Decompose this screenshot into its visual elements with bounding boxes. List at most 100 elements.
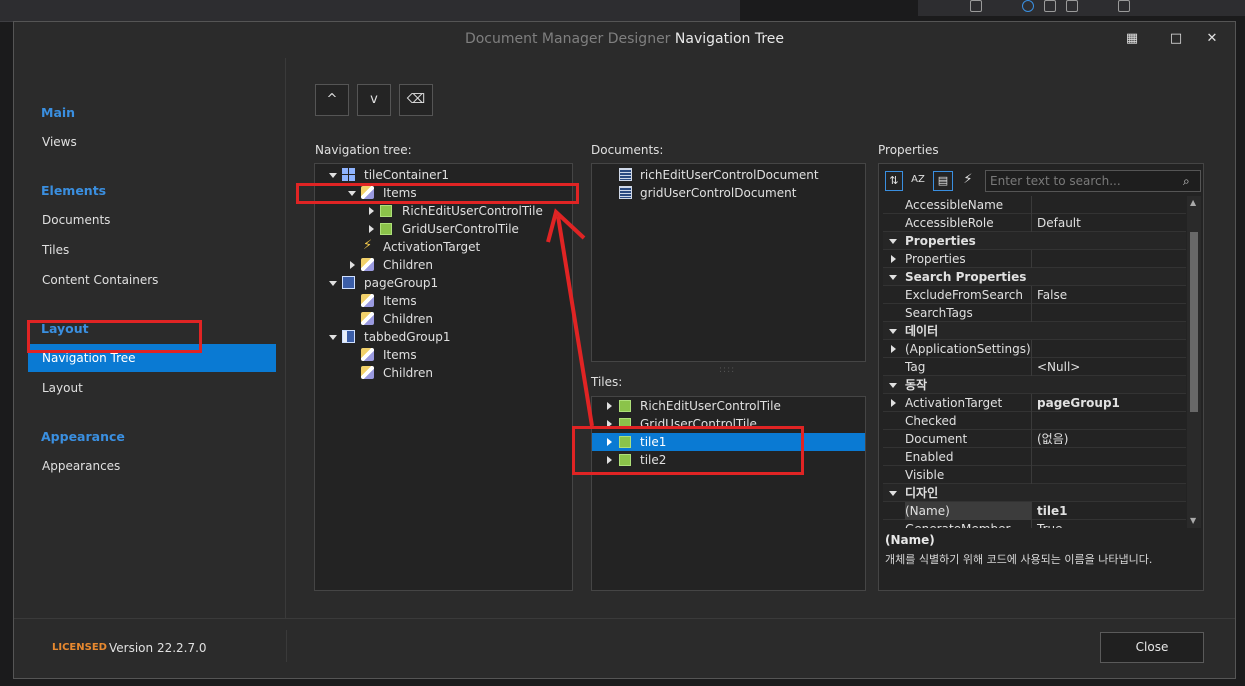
- property-category[interactable]: 동작: [883, 376, 1186, 394]
- property-name: AccessibleName: [905, 196, 1032, 214]
- expand-arrow-icon[interactable]: [607, 438, 612, 446]
- expand-arrow-icon[interactable]: [891, 345, 896, 353]
- property-row[interactable]: (ApplicationSettings): [883, 340, 1186, 358]
- categorized-icon[interactable]: ⇅: [885, 171, 903, 191]
- scrollbar-thumb[interactable]: [1190, 232, 1198, 412]
- expand-arrow-icon[interactable]: [607, 402, 612, 410]
- properties-label: Properties: [878, 143, 939, 157]
- scroll-down-icon[interactable]: ▼: [1190, 516, 1196, 525]
- collapse-arrow-icon[interactable]: [329, 173, 337, 178]
- navigation-tree-label: Navigation tree:: [315, 143, 412, 157]
- tree-node-label: Children: [383, 258, 433, 272]
- sidebar-item-content-containers[interactable]: Content Containers: [28, 266, 276, 294]
- background-ide-icons: [918, 0, 1245, 16]
- collapse-arrow-icon[interactable]: [348, 191, 356, 196]
- property-description-title: (Name): [885, 533, 935, 547]
- property-value[interactable]: pageGroup1: [1037, 394, 1120, 412]
- splitter-grip[interactable]: ::::: [719, 365, 735, 375]
- tile-container-icon: [342, 168, 355, 181]
- collapse-arrow-icon[interactable]: [889, 239, 897, 244]
- property-search-input[interactable]: Enter text to search...: [985, 170, 1201, 192]
- move-down-button[interactable]: v: [357, 84, 391, 116]
- sidebar-item-tiles[interactable]: Tiles: [28, 236, 276, 264]
- property-description-text: 개체를 식별하기 위해 코드에 사용되는 이름을 나타냅니다.: [885, 553, 1153, 566]
- collapse-arrow-icon[interactable]: [889, 275, 897, 280]
- property-row[interactable]: ExcludeFromSearch False: [883, 286, 1186, 304]
- sidebar-item-views[interactable]: Views: [28, 128, 276, 156]
- property-row[interactable]: Document (없음): [883, 430, 1186, 448]
- sidebar-item-navigation-tree[interactable]: Navigation Tree: [28, 344, 276, 372]
- property-row[interactable]: SearchTags: [883, 304, 1186, 322]
- events-lightning-icon[interactable]: ⚡: [959, 171, 977, 191]
- ide-toolbar-icon: [970, 0, 982, 12]
- property-value[interactable]: <Null>: [1037, 358, 1080, 376]
- list-item[interactable]: RichEditUserControlTile: [592, 397, 865, 415]
- property-category[interactable]: Search Properties: [883, 268, 1186, 286]
- expand-arrow-icon[interactable]: [607, 456, 612, 464]
- scroll-up-icon[interactable]: ▲: [1190, 198, 1196, 207]
- close-button[interactable]: Close: [1100, 632, 1204, 663]
- document-label: richEditUserControlDocument: [640, 168, 819, 182]
- collapse-arrow-icon[interactable]: [889, 383, 897, 388]
- close-window-button[interactable]: ✕: [1199, 28, 1225, 50]
- property-name: (ApplicationSettings): [905, 340, 1032, 358]
- tree-node-label: RichEditUserControlTile: [402, 204, 543, 218]
- collapse-arrow-icon[interactable]: [889, 329, 897, 334]
- property-name: ActivationTarget: [905, 394, 1032, 412]
- expand-arrow-icon[interactable]: [350, 261, 355, 269]
- tree-node-label: ActivationTarget: [383, 240, 481, 254]
- list-item[interactable]: tile2: [592, 451, 865, 469]
- navigation-tree-panel[interactable]: tileContainer1 Items RichEditUserControl…: [314, 163, 573, 591]
- sidebar: Main Views Elements Documents Tiles Cont…: [14, 58, 286, 618]
- property-category[interactable]: Properties: [883, 232, 1186, 250]
- property-row[interactable]: Tag <Null>: [883, 358, 1186, 376]
- expand-arrow-icon[interactable]: [607, 420, 612, 427]
- category-name: Search Properties: [905, 270, 1027, 284]
- sidebar-item-layout[interactable]: Layout: [28, 374, 276, 402]
- list-item[interactable]: tile1: [592, 433, 865, 451]
- sort-alpha-icon[interactable]: AZ: [909, 171, 927, 191]
- collapse-arrow-icon[interactable]: [329, 335, 337, 340]
- property-name: ExcludeFromSearch: [905, 286, 1032, 304]
- property-row[interactable]: Checked: [883, 412, 1186, 430]
- properties-panel: ⇅ AZ ▤ ⚡ Enter text to search... ⌕ Acces…: [878, 163, 1204, 591]
- sidebar-item-appearances[interactable]: Appearances: [28, 452, 276, 480]
- property-row[interactable]: ActivationTarget pageGroup1: [883, 394, 1186, 412]
- maximize-button[interactable]: □: [1163, 28, 1189, 50]
- property-value[interactable]: (없음): [1037, 430, 1068, 448]
- documents-panel[interactable]: richEditUserControlDocument gridUserCont…: [591, 163, 866, 362]
- sidebar-item-documents[interactable]: Documents: [28, 206, 276, 234]
- property-grid[interactable]: AccessibleName AccessibleRole Default Pro…: [879, 196, 1187, 528]
- move-up-button[interactable]: ^: [315, 84, 349, 116]
- property-value[interactable]: True: [1037, 520, 1063, 528]
- tree-node-label: tileContainer1: [364, 168, 450, 182]
- property-row[interactable]: Visible: [883, 466, 1186, 484]
- layout-menu-icon[interactable]: ▦: [1119, 28, 1145, 50]
- expand-arrow-icon[interactable]: [891, 399, 896, 407]
- expand-arrow-icon[interactable]: [369, 207, 374, 215]
- property-value[interactable]: False: [1037, 286, 1067, 304]
- expand-arrow-icon[interactable]: [891, 255, 896, 263]
- property-row[interactable]: Enabled: [883, 448, 1186, 466]
- property-scrollbar[interactable]: ▲ ▼: [1187, 196, 1201, 528]
- window-title-main: Navigation Tree: [674, 31, 785, 47]
- collapse-arrow-icon[interactable]: [329, 281, 337, 286]
- tree-node-label: Children: [383, 312, 433, 326]
- property-row[interactable]: GenerateMember True: [883, 520, 1186, 528]
- property-row[interactable]: AccessibleName: [883, 196, 1186, 214]
- property-row[interactable]: Properties: [883, 250, 1186, 268]
- collapse-arrow-icon[interactable]: [889, 491, 897, 496]
- list-item[interactable]: GridUserControlTile: [592, 415, 865, 427]
- property-value[interactable]: tile1: [1037, 502, 1067, 520]
- eraser-icon[interactable]: ⌫: [399, 84, 433, 116]
- version-label: Version 22.2.7.0: [109, 641, 207, 655]
- property-value[interactable]: Default: [1037, 214, 1081, 232]
- tiles-panel[interactable]: RichEditUserControlTile GridUserControlT…: [591, 396, 866, 591]
- properties-icon[interactable]: ▤: [933, 171, 953, 191]
- property-name: GenerateMember: [905, 520, 1032, 528]
- property-category[interactable]: 데이터: [883, 322, 1186, 340]
- property-row[interactable]: AccessibleRole Default: [883, 214, 1186, 232]
- expand-arrow-icon[interactable]: [369, 225, 374, 233]
- property-category[interactable]: 디자인: [883, 484, 1186, 502]
- property-row[interactable]: (Name) tile1: [883, 502, 1186, 520]
